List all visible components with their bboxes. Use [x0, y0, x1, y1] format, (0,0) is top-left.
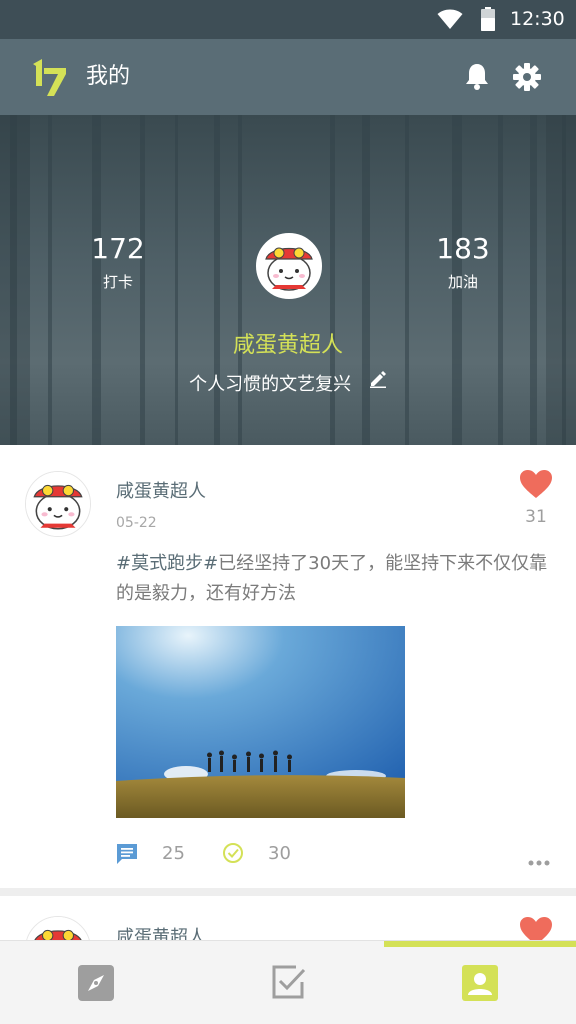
heart-icon[interactable]: [519, 916, 553, 940]
comment-icon[interactable]: [116, 843, 138, 869]
post-card[interactable]: 咸蛋黄超人 05-22 31 #莫式跑步#已经坚持了30天了，能坚持下来不仅仅靠…: [0, 445, 576, 888]
status-bar: 12:30: [0, 0, 576, 39]
profile-motto: 个人习惯的文艺复兴: [0, 370, 576, 398]
comment-count: 25: [162, 843, 185, 864]
cheers-stat[interactable]: 183 加油: [403, 232, 523, 292]
bottom-navigation: [0, 940, 576, 1024]
checkbox-icon: [270, 965, 306, 1005]
feed-list[interactable]: 咸蛋黄超人 05-22 31 #莫式跑步#已经坚持了30天了，能坚持下来不仅仅靠…: [0, 445, 576, 940]
cheers-label: 加油: [447, 273, 478, 291]
checkmark-circle-icon[interactable]: [222, 842, 244, 868]
post-photo[interactable]: [116, 626, 405, 818]
edit-pencil-icon[interactable]: [369, 370, 387, 396]
active-tab-indicator: [384, 941, 576, 947]
post-actions: 25 30: [116, 841, 556, 867]
post-author-name[interactable]: 咸蛋黄超人: [116, 926, 206, 940]
heart-icon[interactable]: [519, 469, 553, 503]
compass-icon: [78, 965, 114, 1005]
gear-icon[interactable]: [513, 63, 541, 95]
app-logo-icon: [30, 56, 68, 102]
checkins-count: 172: [91, 232, 145, 265]
tab-profile[interactable]: [384, 941, 576, 1024]
post-author-avatar[interactable]: [25, 916, 91, 940]
post-author-avatar[interactable]: [25, 471, 91, 537]
checkins-stat[interactable]: 172 打卡: [58, 232, 178, 292]
wifi-icon: [437, 8, 463, 34]
status-time: 12:30: [510, 8, 565, 30]
post-likes-count: 31: [525, 507, 547, 527]
post-date: 05-22: [116, 515, 157, 531]
check-count: 30: [268, 843, 291, 864]
profile-icon: [462, 965, 498, 1005]
profile-header: 172 打卡 183 加油 咸蛋黄超人 个人习惯的文艺复兴: [0, 115, 576, 445]
app-bar: 我的: [0, 39, 576, 115]
post-content: #莫式跑步#已经坚持了30天了，能坚持下来不仅仅靠的是毅力，还有好方法: [116, 549, 556, 609]
checkins-label: 打卡: [102, 273, 133, 291]
post-hashtag[interactable]: #莫式跑步#: [116, 553, 218, 574]
more-options-icon[interactable]: [528, 851, 550, 870]
tab-checkin[interactable]: [192, 941, 384, 1024]
profile-name: 咸蛋黄超人: [232, 333, 343, 358]
profile-avatar[interactable]: [256, 233, 322, 299]
cheers-count: 183: [436, 232, 490, 265]
battery-icon: [481, 7, 495, 35]
post-author-name[interactable]: 咸蛋黄超人: [116, 480, 206, 504]
post-card[interactable]: 咸蛋黄超人: [0, 896, 576, 940]
bell-icon[interactable]: [464, 62, 490, 94]
tab-discover[interactable]: [0, 941, 192, 1024]
page-title: 我的: [86, 64, 131, 89]
profile-motto-text: 个人习惯的文艺复兴: [189, 374, 352, 395]
